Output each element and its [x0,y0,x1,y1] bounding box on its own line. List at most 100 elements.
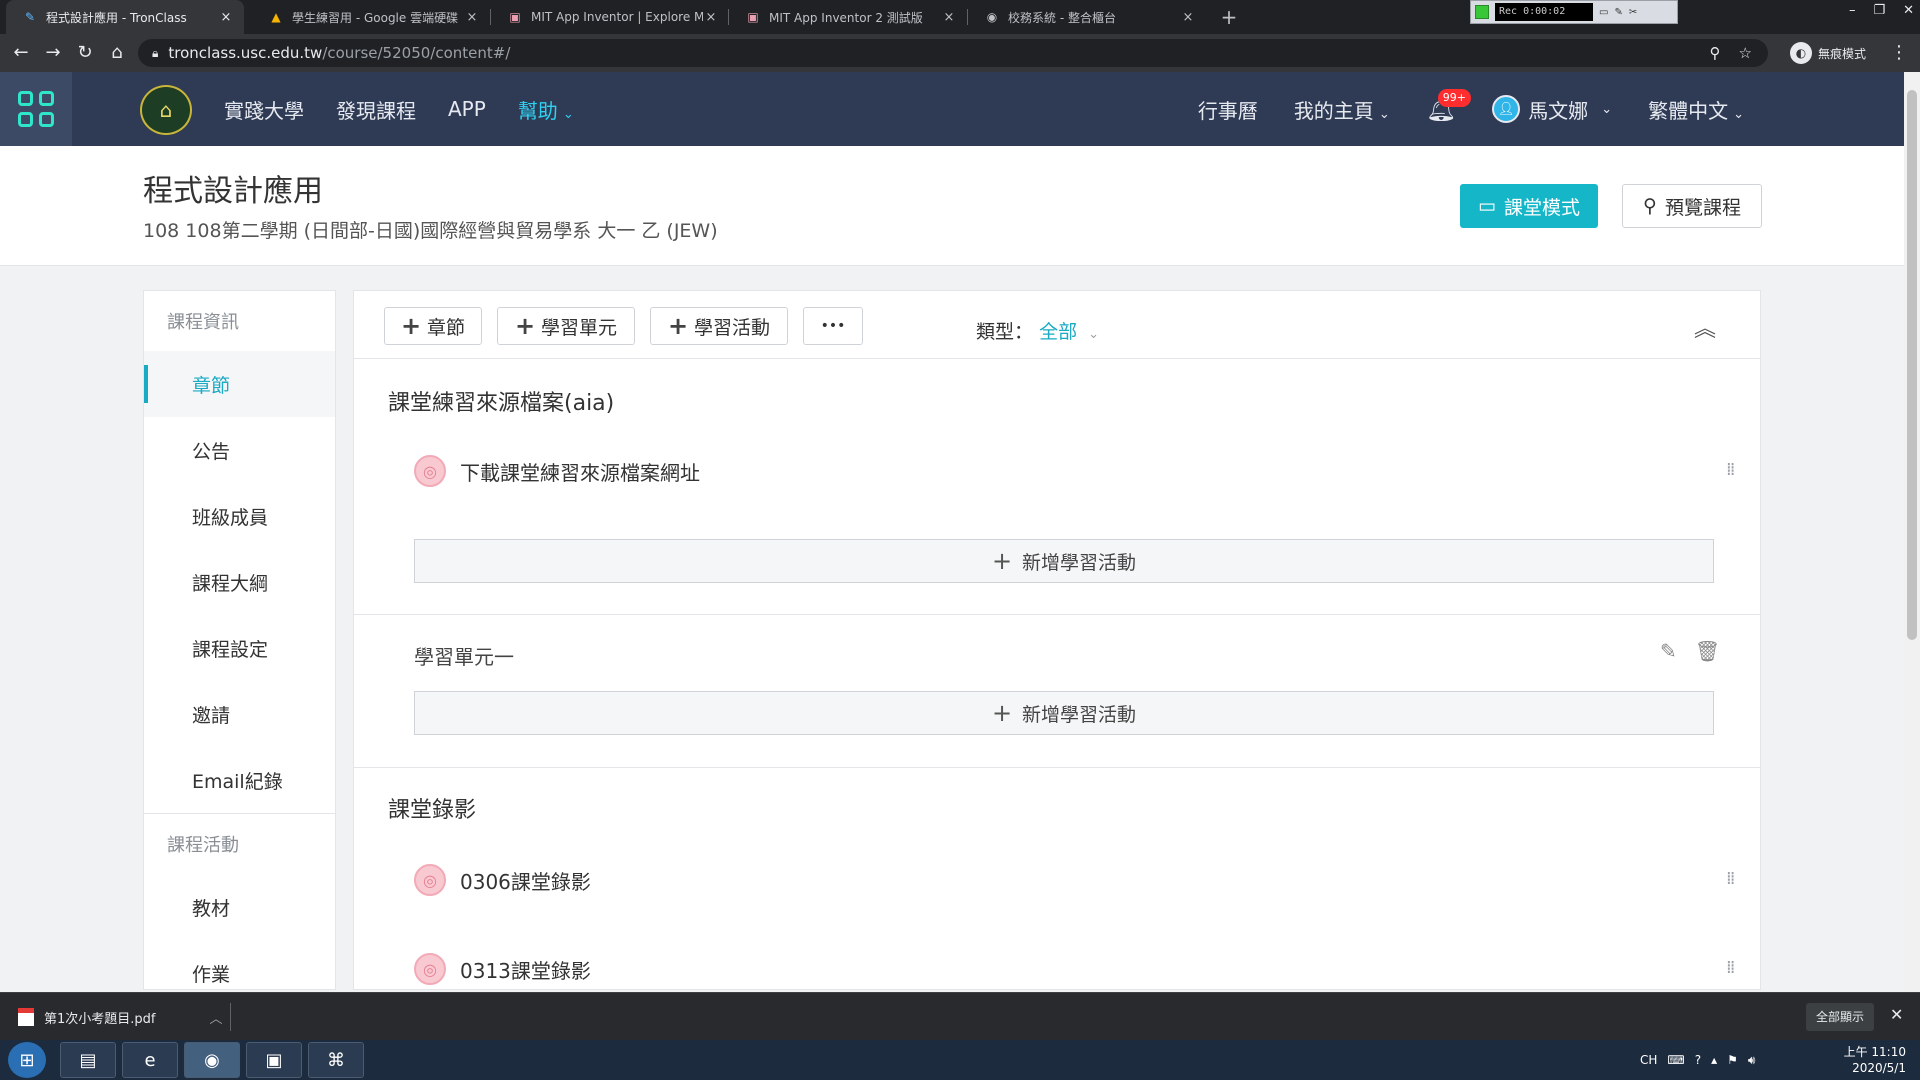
collapse-all-icon[interactable]: ︽ [1694,311,1716,343]
sidebar-item-homework[interactable]: 作業 [144,940,335,989]
close-download-bar-icon[interactable]: ✕ [1890,1005,1903,1024]
preview-course-button[interactable]: ⚲ 預覽課程 [1622,184,1762,228]
url-path: /course/52050/content#/ [322,44,511,62]
sidebar-item-invite[interactable]: 邀請 [144,681,335,747]
browser-tab-mit-explore[interactable]: ▣ MIT App Inventor | Explore MIT × [491,0,729,34]
notification-bell-icon[interactable]: 🔔︎ 99+ [1426,89,1471,123]
search-icon: ⚲ [1643,195,1657,217]
incognito-indicator[interactable]: ◐ 無痕模式 [1790,40,1866,66]
sidebar-item-announcements[interactable]: 公告 [144,417,335,483]
file-explorer-icon[interactable]: ▤ [60,1042,116,1078]
sidebar-item-email-log[interactable]: Email紀錄 [144,747,335,813]
internet-explorer-icon[interactable]: e [122,1042,178,1078]
chrome-icon[interactable]: ◉ [184,1042,240,1078]
web-link-icon: ◎ [414,953,446,985]
input-language-indicator[interactable]: CH [1640,1053,1657,1067]
language-label: 繁體中文 [1648,98,1729,123]
browser-tab-google-drive[interactable]: ▲ 學生練習用 - Google 雲端硬碟 × [252,0,490,34]
sidebar-item-materials[interactable]: 教材 [144,874,335,940]
tab-title: 學生練習用 - Google 雲端硬碟 [292,10,459,25]
browser-tab-mit-beta[interactable]: ▣ MIT App Inventor 2 測試版 × [729,0,967,34]
help-icon[interactable]: ? [1695,1053,1701,1067]
tab-close-icon[interactable]: × [218,10,234,25]
language-dropdown[interactable]: 繁體中文 ⌄ [1648,95,1744,124]
forward-arrow-icon[interactable]: → [40,40,66,66]
sidebar-item-syllabus[interactable]: 課程大綱 [144,549,335,615]
clock-date: 2020/5/1 [1852,1061,1906,1075]
restore-icon[interactable]: ❐ [1873,3,1885,18]
lock-icon[interactable]: 🔒︎ [152,46,158,61]
course-sidebar: 課程資訊 章節 公告 班級成員 課程大綱 課程設定 邀請 Email紀錄 課程活… [143,290,336,990]
browser-menu-icon[interactable]: ⋮ [1890,40,1908,66]
nav-calendar[interactable]: 行事曆 [1198,95,1258,124]
nav-help-dropdown[interactable]: 幫助 ⌄ [518,95,574,124]
activity-item[interactable]: ◎ 下載課堂練習來源檔案網址 [414,455,700,487]
omnibox-actions: ⚲ ☆ [1710,39,1752,67]
url-input[interactable]: 🔒︎ tronclass.usc.edu.tw /course/52050/co… [138,39,1768,67]
chevron-up-icon[interactable]: ︿ [209,1008,222,1027]
show-all-downloads-button[interactable]: 全部顯示 [1806,1003,1875,1031]
drag-handle-icon[interactable]: ⁞⁞ [1726,870,1736,888]
recorder-scissors-icon[interactable]: ✂ [1629,7,1637,18]
volume-icon[interactable]: 🔊︎ [1748,1053,1756,1068]
tab-close-icon[interactable]: × [941,10,957,25]
nav-app[interactable]: APP [448,97,486,121]
university-logo[interactable]: ⌂ [140,85,192,135]
browser-tab-school-system[interactable]: ◉ 校務系統 - 整合櫃台 × [968,0,1206,34]
start-button[interactable]: ⊞ [8,1042,46,1078]
page-scrollbar[interactable] [1904,72,1920,992]
activity-item[interactable]: ◎ 0313課堂錄影 [414,953,591,985]
zoom-icon[interactable]: ⚲ [1710,44,1721,62]
back-arrow-icon[interactable]: ← [8,40,34,66]
user-menu-dropdown[interactable]: 👤︎ 馬文娜 ⌄ [1492,95,1612,124]
drag-handle-icon[interactable]: ⁞⁞ [1726,461,1736,479]
tab-close-icon[interactable]: × [1180,10,1196,25]
tab-close-icon[interactable]: × [464,10,480,25]
system-clock[interactable]: 上午 11:10 2020/5/1 [1820,1044,1906,1076]
download-item[interactable]: 第1次小考題目.pdf ︿ [18,1001,223,1033]
drag-handle-icon[interactable]: ⁞⁞ [1726,959,1736,977]
bookmark-star-icon[interactable]: ☆ [1739,44,1752,62]
sidebar-item-members[interactable]: 班級成員 [144,483,335,549]
edit-icon[interactable]: ✎ [1660,639,1677,663]
add-learning-activity-button[interactable]: + 新增學習活動 [414,691,1714,735]
activity-item[interactable]: ◎ 0306課堂錄影 [414,864,591,896]
globe-favicon-icon: ◉ [986,10,998,24]
type-filter-dropdown[interactable]: 類型： 全部 ⌄ [976,317,1099,344]
nav-university[interactable]: 實踐大學 [224,95,304,124]
flag-icon[interactable]: ⚑ [1727,1053,1738,1067]
keyboard-icon[interactable]: ⌨ [1667,1053,1684,1067]
scrollbar-thumb[interactable] [1907,90,1917,640]
chevron-down-icon: ⌄ [1601,101,1613,117]
add-activity-button[interactable]: + 學習活動 [650,307,788,345]
sidebar-item-chapters[interactable]: 章節 [144,351,335,417]
trash-icon[interactable]: 🗑︎ [1695,639,1720,663]
reload-icon[interactable]: ↻ [72,40,98,66]
tab-close-icon[interactable]: × [703,10,719,25]
sidebar-item-course-settings[interactable]: 課程設定 [144,615,335,681]
chapter-title[interactable]: 課堂錄影 [388,792,476,824]
acrobat-reader-icon[interactable]: ⌘ [308,1042,364,1078]
add-chapter-button[interactable]: + 章節 [384,307,482,345]
sidebar-section-course-info: 課程資訊 [167,312,239,333]
add-unit-button[interactable]: + 學習單元 [497,307,635,345]
unit-title[interactable]: 學習單元一 [414,641,514,670]
nav-my-home-dropdown[interactable]: 我的主頁 ⌄ [1294,95,1390,124]
recorder-tool-icon[interactable]: ✎ [1614,7,1622,18]
activity-title: 0306課堂錄影 [460,869,591,894]
network-icon[interactable]: ▴ [1711,1053,1717,1067]
more-options-button[interactable]: ••• [803,307,863,345]
preview-course-label: 預覽課程 [1664,196,1741,219]
image-viewer-icon[interactable]: ▣ [246,1042,302,1078]
close-window-icon[interactable]: ✕ [1903,3,1914,18]
app-switcher-button[interactable] [0,72,72,146]
minimize-icon[interactable]: – [1849,3,1856,18]
recorder-screen-icon[interactable]: ▭ [1599,7,1608,18]
home-icon[interactable]: ⌂ [104,40,130,66]
classroom-mode-button[interactable]: ▭ 課堂模式 [1460,184,1598,228]
add-learning-activity-button[interactable]: + 新增學習活動 [414,539,1714,583]
chapter-title[interactable]: 課堂練習來源檔案(aia) [388,385,614,417]
browser-tab-tronclass[interactable]: ✎ 程式設計應用 - TronClass × [6,0,244,34]
nav-discover-courses[interactable]: 發現課程 [336,95,416,124]
new-tab-button[interactable]: + [1216,4,1242,30]
